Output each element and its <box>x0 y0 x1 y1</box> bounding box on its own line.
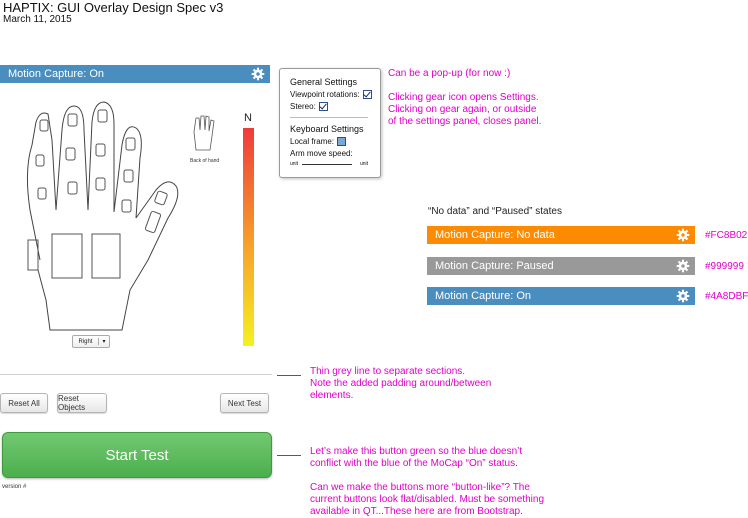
viewpoint-rotations-row: Viewpoint rotations: <box>290 90 372 100</box>
arm-speed-slider[interactable] <box>302 164 352 165</box>
settings-gear-icon[interactable] <box>676 259 690 273</box>
doc-date: March 11, 2015 <box>3 14 72 25</box>
status-bar-paused-label: Motion Capture: Paused <box>435 260 554 272</box>
settings-gear-icon[interactable] <box>676 289 690 303</box>
motion-capture-status-bar: Motion Capture: On <box>0 65 270 83</box>
start-note-pointer <box>277 455 301 456</box>
separator-note-line-2: Note the added padding around/between <box>310 378 492 389</box>
viewpoint-rotations-label: Viewpoint rotations: <box>290 90 360 99</box>
next-test-button[interactable]: Next Test <box>220 393 269 413</box>
separator-note-pointer <box>277 375 301 376</box>
local-frame-label: Local frame: <box>290 137 335 146</box>
button-note-line-2: current buttons look flat/disabled. Must… <box>310 494 545 505</box>
green-note-line-2: conflict with the blue of the MoCap “On”… <box>310 458 518 469</box>
gear-note-line-2: Clicking on gear again, or outside <box>388 104 537 115</box>
separator-note-line-3: elements. <box>310 390 354 401</box>
arm-speed-slider-min: unit <box>290 161 299 167</box>
settings-gear-icon[interactable] <box>251 67 265 81</box>
force-scale-label: N <box>244 112 252 124</box>
motion-capture-status-label: Motion Capture: On <box>8 68 104 80</box>
status-bar-no-data-label: Motion Capture: No data <box>435 229 555 241</box>
local-frame-checkbox[interactable] <box>337 137 347 147</box>
back-of-hand-icon <box>193 115 215 151</box>
panel-divider <box>290 117 368 118</box>
status-bar-on-label: Motion Capture: On <box>435 290 531 302</box>
arm-move-speed-label: Arm move speed: <box>290 149 353 158</box>
on-hex-label: #4A8DBF <box>705 291 748 302</box>
local-frame-row: Local frame: <box>290 137 347 147</box>
chevron-down-icon: ▾ <box>98 338 109 345</box>
back-of-hand-label: Back of hand <box>190 158 220 164</box>
arm-speed-slider-max: unit <box>360 161 369 167</box>
status-bar-no-data: Motion Capture: No data <box>427 226 695 244</box>
stereo-row: Stereo: <box>290 102 328 112</box>
status-bar-paused: Motion Capture: Paused <box>427 257 695 275</box>
separator-note-line-1: Thin grey line to separate sections. <box>310 366 466 377</box>
button-note-line-1: Can we make the buttons more “button-lik… <box>310 482 530 493</box>
button-note-line-3: available in QT...These here are from Bo… <box>310 506 523 517</box>
hand-side-select[interactable]: Right ▾ <box>72 335 110 348</box>
status-bar-on: Motion Capture: On <box>427 287 695 305</box>
version-label: version # <box>2 484 27 490</box>
settings-gear-icon[interactable] <box>676 228 690 242</box>
reset-objects-button[interactable]: Reset Objects <box>57 393 107 413</box>
settings-panel: General Settings Viewpoint rotations: St… <box>279 68 381 178</box>
popup-note: Can be a pop-up (for now :) <box>388 68 511 79</box>
keyboard-settings-heading: Keyboard Settings <box>290 124 364 134</box>
green-note-line-1: Let’s make this button green so the blue… <box>310 446 523 457</box>
doc-title: HAPTIX: GUI Overlay Design Spec v3 <box>3 0 224 15</box>
stereo-checkbox[interactable] <box>318 102 328 112</box>
gear-note-line-3: of the settings panel, closes panel. <box>388 116 542 127</box>
section-separator-line <box>0 374 272 375</box>
paused-hex-label: #999999 <box>705 261 744 272</box>
no-data-hex-label: #FC8B02 <box>705 230 748 241</box>
force-color-scale <box>243 128 254 346</box>
stereo-label: Stereo: <box>290 102 316 111</box>
states-heading: “No data” and “Paused” states <box>428 206 562 217</box>
hand-side-value: Right <box>78 338 93 345</box>
general-settings-heading: General Settings <box>290 77 358 87</box>
reset-all-button[interactable]: Reset All <box>0 393 48 413</box>
viewpoint-rotations-checkbox[interactable] <box>362 90 372 100</box>
hand-sensor-diagram <box>26 101 179 331</box>
gear-note-line-1: Clicking gear icon opens Settings. <box>388 92 539 103</box>
start-test-button[interactable]: Start Test <box>2 432 272 478</box>
